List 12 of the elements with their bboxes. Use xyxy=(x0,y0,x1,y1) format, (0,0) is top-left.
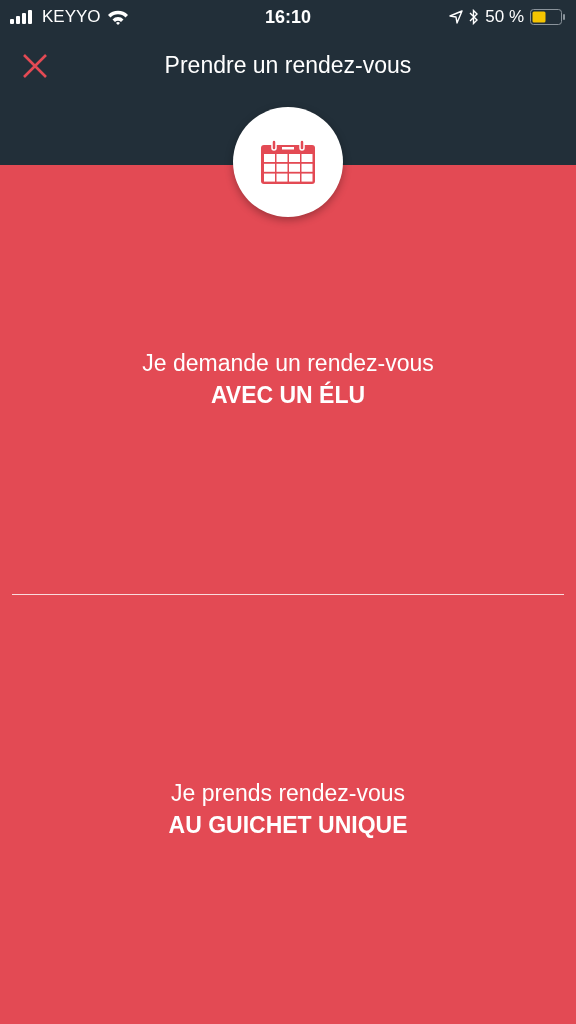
location-arrow-icon xyxy=(449,10,464,24)
carrier-name: KEYYO xyxy=(42,7,101,27)
bluetooth-icon xyxy=(469,9,480,25)
battery-percent: 50 % xyxy=(485,7,524,27)
appointment-option[interactable]: Je demande un rendez-vous AVEC UN ÉLU xyxy=(0,165,576,594)
calendar-icon xyxy=(260,140,316,184)
appointment-option[interactable]: Je prends rendez-vous AU GUICHET UNIQUE xyxy=(0,595,576,1024)
status-time: 16:10 xyxy=(265,6,311,28)
screen-title: Prendre un rendez-vous xyxy=(164,51,412,79)
battery-icon xyxy=(530,9,566,25)
close-icon xyxy=(22,53,48,79)
wifi-icon xyxy=(106,9,129,25)
